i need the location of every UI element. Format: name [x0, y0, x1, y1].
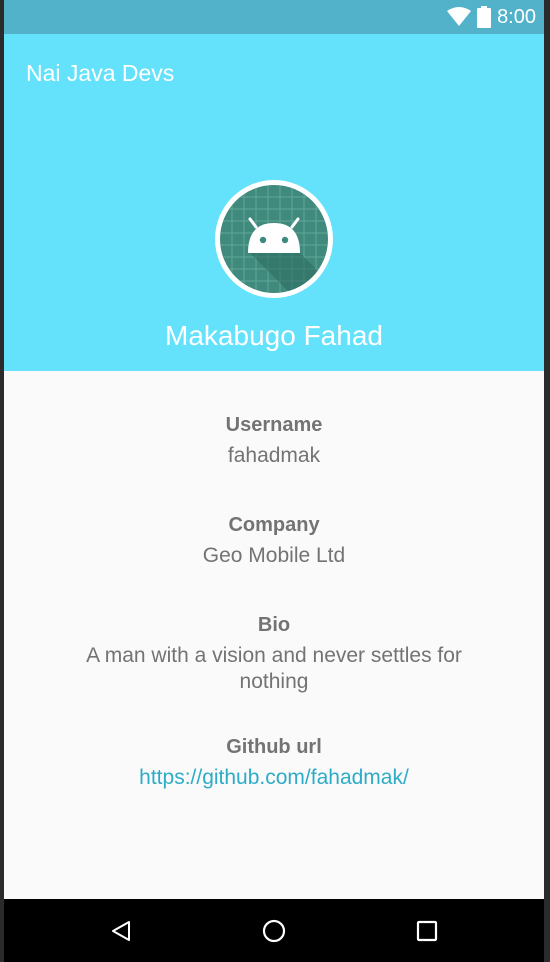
app-title: Nai Java Devs: [26, 60, 175, 86]
back-button[interactable]: [101, 911, 141, 951]
bio-field: Bio A man with a vision and never settle…: [4, 614, 544, 695]
phone-screen: 8:00 Nai Java Devs Makabugo Fahad Userna…: [4, 0, 544, 962]
username-field: Username fahadmak: [4, 414, 544, 469]
github-url-field: Github url https://github.com/fahadmak/: [4, 736, 544, 791]
profile-name: Makabugo Fahad: [165, 320, 383, 351]
wifi-icon: [447, 7, 472, 27]
status-bar: 8:00: [4, 0, 544, 34]
profile-header: Nai Java Devs Makabugo Fahad: [4, 34, 544, 371]
company-field: Company Geo Mobile Ltd: [4, 514, 544, 569]
status-time: 8:00: [497, 5, 536, 28]
android-icon: [220, 185, 328, 293]
recents-button[interactable]: [407, 911, 447, 951]
profile-details: Username fahadmak Company Geo Mobile Ltd…: [4, 371, 544, 899]
bio-value: A man with a vision and never settles fo…: [86, 644, 462, 693]
recents-icon: [417, 920, 438, 941]
company-label: Company: [228, 514, 320, 536]
back-icon: [111, 920, 130, 941]
github-url-label: Github url: [226, 736, 322, 758]
company-value: Geo Mobile Ltd: [202, 544, 346, 567]
battery-icon: [477, 6, 492, 28]
home-icon: [262, 919, 286, 942]
avatar[interactable]: [215, 180, 333, 298]
bio-label: Bio: [257, 614, 291, 636]
navigation-bar: [4, 899, 544, 962]
username-label: Username: [225, 414, 323, 436]
github-url-link[interactable]: https://github.com/fahadmak/: [4, 765, 544, 791]
username-value: fahadmak: [227, 444, 321, 467]
home-button[interactable]: [254, 911, 294, 951]
